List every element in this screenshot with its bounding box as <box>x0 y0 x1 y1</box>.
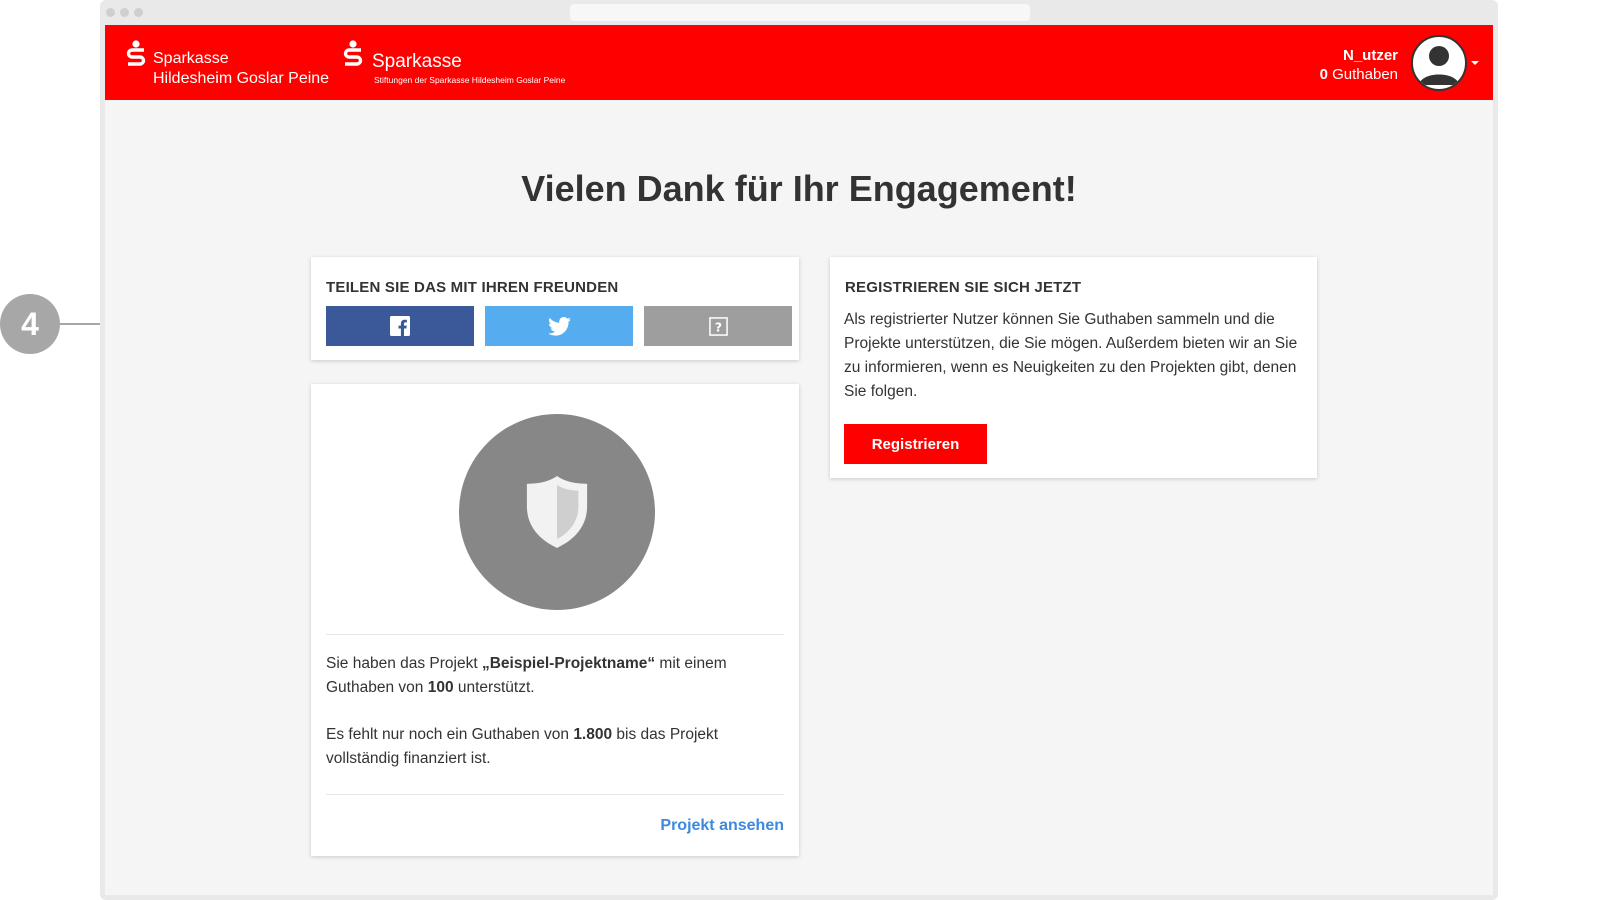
user-icon <box>1419 46 1459 85</box>
remaining-amount: 1.800 <box>573 726 613 743</box>
window-control-dot[interactable] <box>120 8 129 17</box>
window-control-dot[interactable] <box>134 8 143 17</box>
share-facebook-button[interactable] <box>326 306 474 346</box>
user-credit: 0 Guthaben <box>1320 66 1398 83</box>
support-prefix: Sie haben das Projekt <box>326 655 482 672</box>
browser-titlebar <box>100 0 1498 25</box>
remaining-prefix: Es fehlt nur noch ein Guthaben von <box>326 726 574 743</box>
browser-window: Sparkasse Hildesheim Goslar Peine Sparka… <box>100 0 1498 900</box>
support-message: Sie haben das Projekt „Beispiel-Projektn… <box>326 652 784 700</box>
share-card: TEILEN SIE DAS MIT IHREN FREUNDEN ? <box>311 257 799 360</box>
help-icon: ? <box>708 316 728 336</box>
remaining-message: Es fehlt nur noch ein Guthaben von 1.800… <box>326 723 784 771</box>
project-card: Sie haben das Projekt „Beispiel-Projektn… <box>311 384 799 856</box>
logo-brand-text: Sparkasse <box>372 51 462 72</box>
svg-text:?: ? <box>714 320 721 334</box>
divider <box>326 634 784 635</box>
page-title: Vielen Dank für Ihr Engagement! <box>521 168 1077 209</box>
sparkasse-s-icon <box>343 40 363 66</box>
project-image <box>459 414 655 610</box>
credit-label: Guthaben <box>1332 66 1398 83</box>
facebook-icon <box>390 316 410 336</box>
address-bar[interactable] <box>570 4 1030 21</box>
share-twitter-button[interactable] <box>485 306 633 346</box>
chevron-down-icon[interactable] <box>1471 61 1479 65</box>
sparkasse-s-icon <box>126 40 146 66</box>
register-description: Als registrierter Nutzer können Sie Guth… <box>844 311 1298 400</box>
divider <box>326 794 784 795</box>
logo-subtitle: Stiftungen der Sparkasse Hildesheim Gosl… <box>374 75 566 85</box>
logo-brand-text: Sparkasse <box>153 50 229 67</box>
view-project-link[interactable]: Projekt ansehen <box>660 817 784 835</box>
project-name: „Beispiel-Projektname“ <box>481 655 656 672</box>
page-viewport: Sparkasse Hildesheim Goslar Peine Sparka… <box>105 25 1493 895</box>
register-heading: REGISTRIEREN SIE SICH JETZT <box>845 279 1082 296</box>
register-button[interactable]: Registrieren <box>844 424 987 464</box>
user-info[interactable]: N_utzer 0 Guthaben <box>1320 47 1398 83</box>
share-heading: TEILEN SIE DAS MIT IHREN FREUNDEN <box>326 279 619 296</box>
share-other-button[interactable]: ? <box>644 306 792 346</box>
logo-subtitle: Hildesheim Goslar Peine <box>153 70 330 87</box>
username: N_utzer <box>1342 47 1398 64</box>
register-card: REGISTRIEREN SIE SICH JETZT Als registri… <box>830 257 1317 478</box>
shield-icon <box>526 476 588 548</box>
twitter-icon <box>547 316 571 336</box>
support-amount: 100 <box>427 679 454 696</box>
support-suffix: unterstützt. <box>453 679 535 696</box>
site-header: Sparkasse Hildesheim Goslar Peine Sparka… <box>105 25 1493 100</box>
avatar[interactable] <box>1411 35 1467 91</box>
annotation-marker: 4 <box>0 294 60 354</box>
window-control-dot[interactable] <box>106 8 115 17</box>
credit-value: 0 <box>1319 66 1328 83</box>
